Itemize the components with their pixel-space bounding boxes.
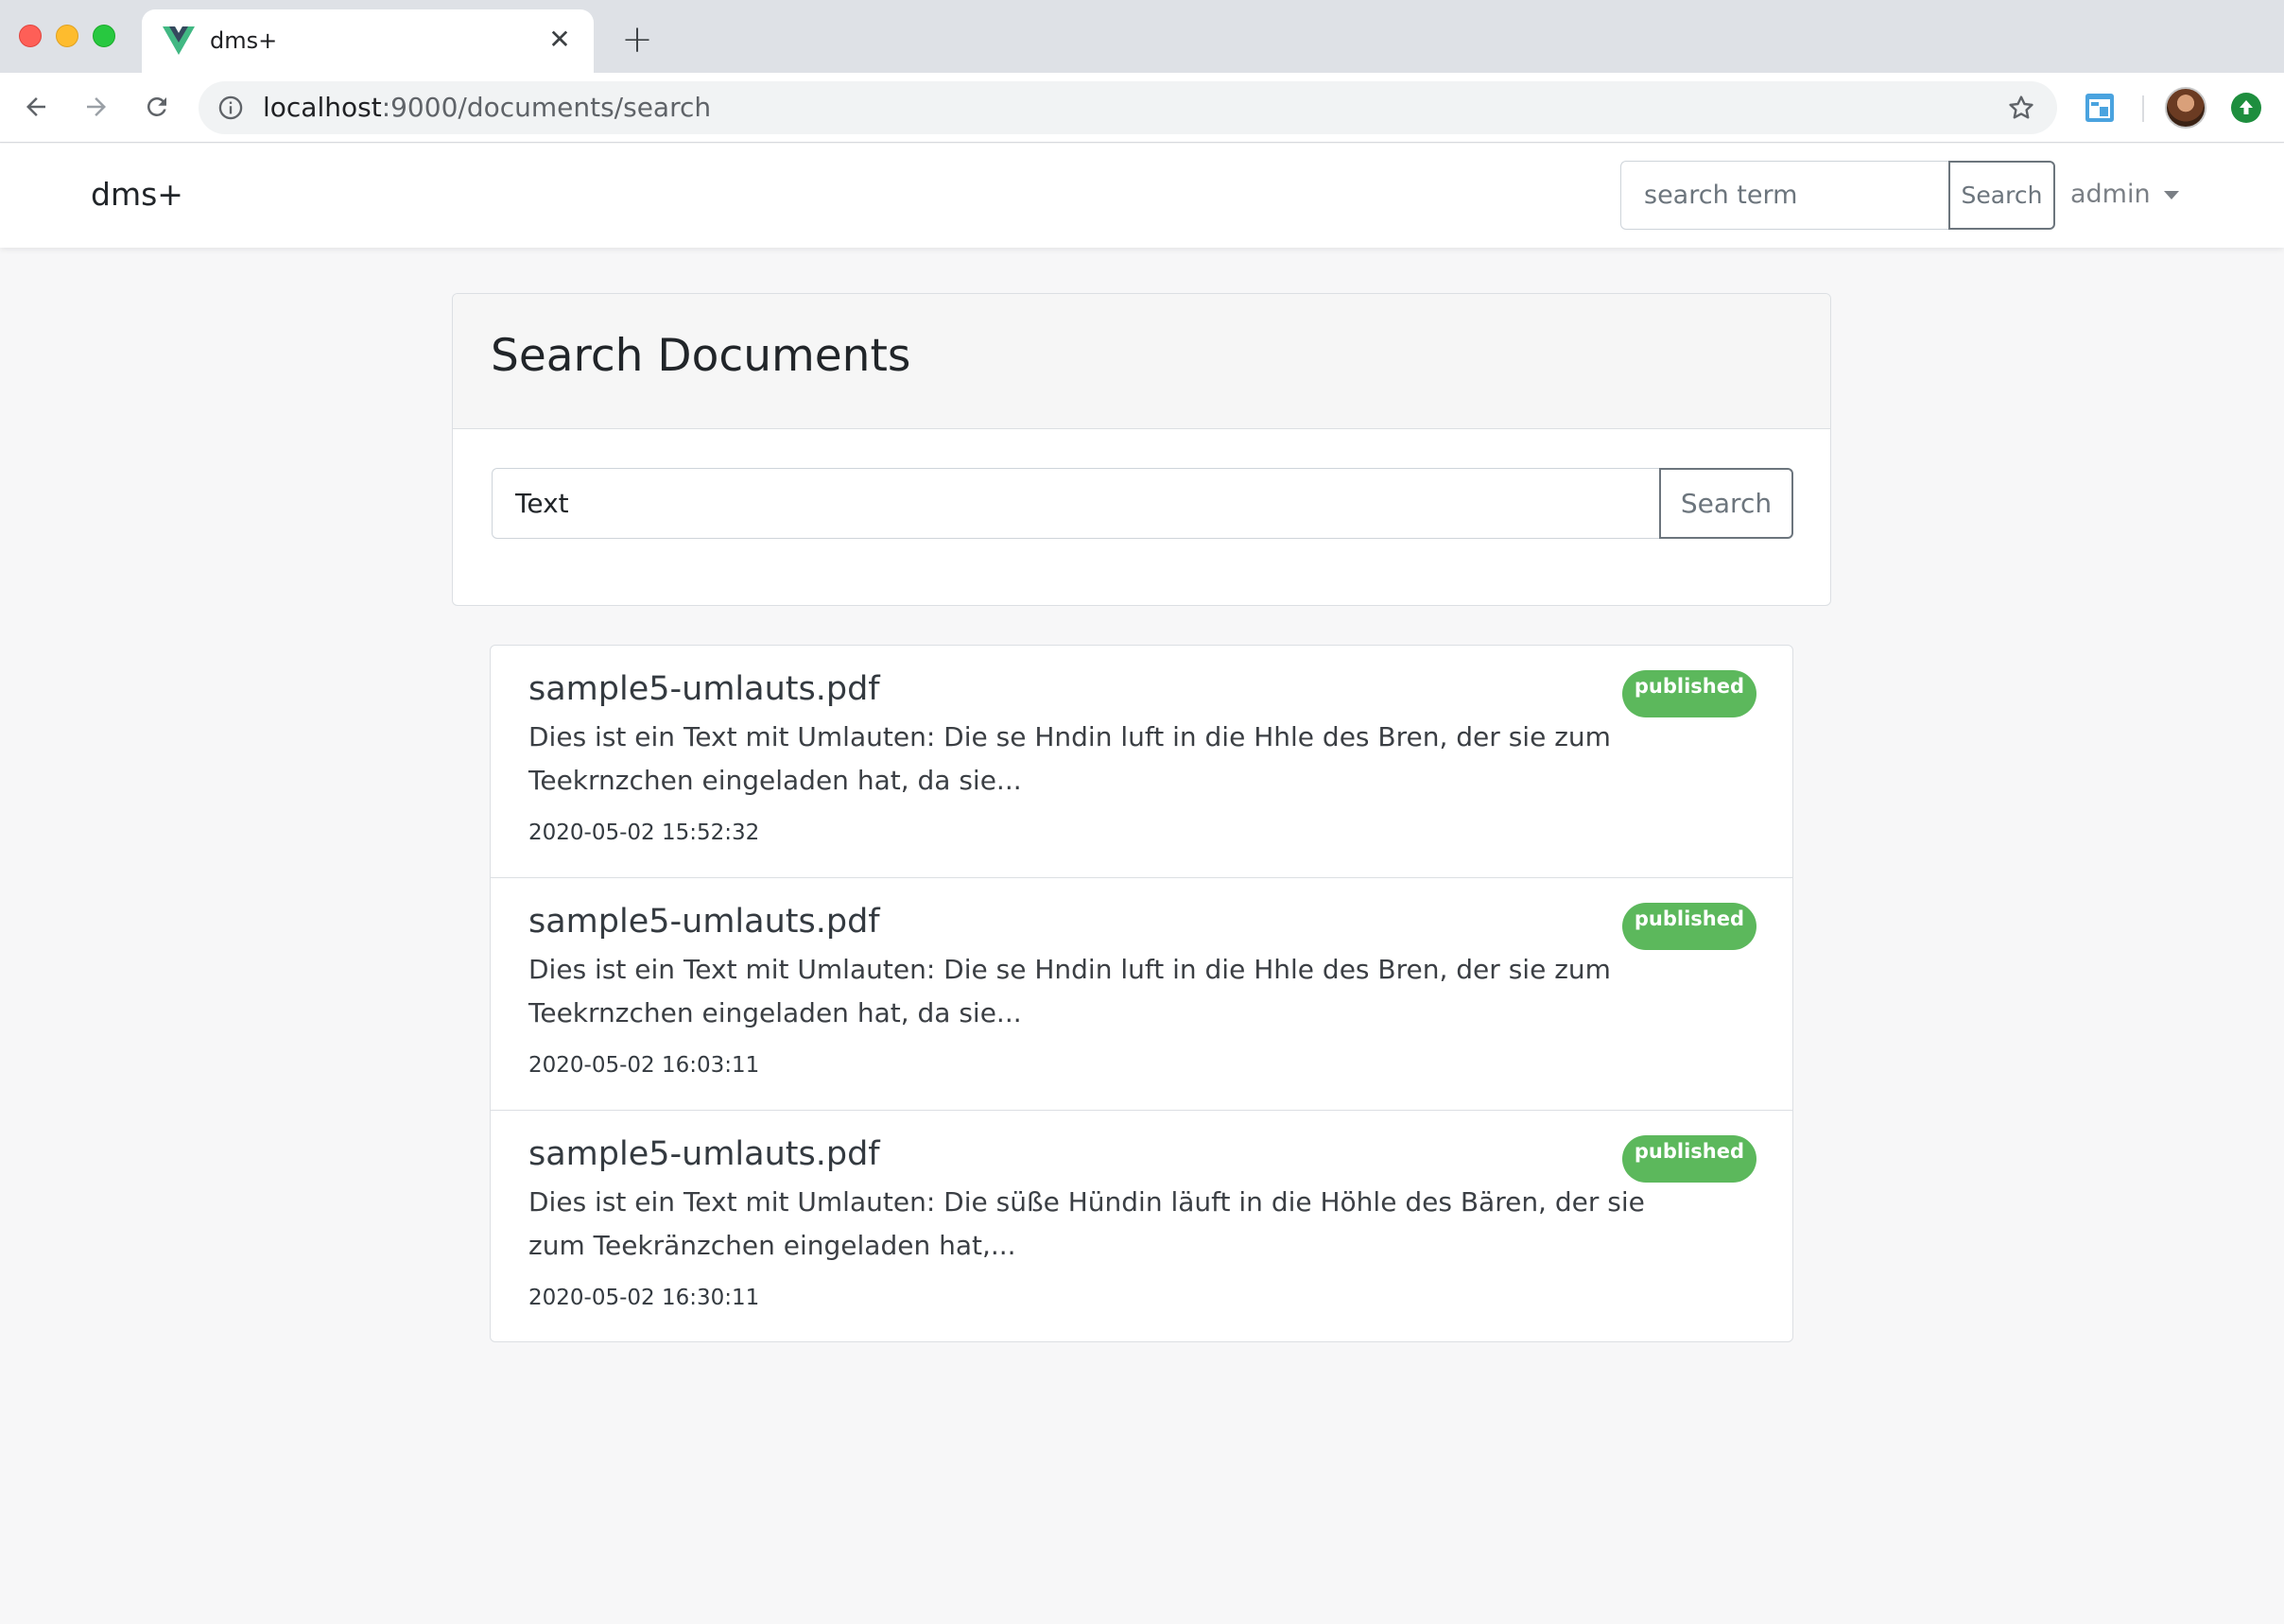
- result-snippet: Dies ist ein Text mit Umlauten: Die se H…: [528, 721, 1611, 796]
- avatar[interactable]: [2165, 87, 2206, 129]
- navbar-search-input[interactable]: [1620, 161, 1949, 230]
- status-badge: published: [1621, 1135, 1756, 1183]
- navbar-search-button[interactable]: Search: [1948, 161, 2055, 230]
- search-card: Search Documents Search: [452, 293, 1831, 606]
- result-date: 2020-05-02 15:52:32: [528, 821, 760, 845]
- window-close-button[interactable]: [19, 25, 42, 47]
- result-date: 2020-05-02 16:30:11: [528, 1286, 760, 1310]
- star-icon[interactable]: [2006, 93, 2036, 123]
- address-bar[interactable]: localhost:9000/documents/search: [199, 81, 2057, 134]
- update-icon[interactable]: [2231, 93, 2261, 123]
- result-title[interactable]: sample5-umlauts.pdf: [528, 1132, 880, 1177]
- list-item[interactable]: sample5-umlauts.pdf published Dies ist e…: [491, 878, 1792, 1111]
- list-item[interactable]: sample5-umlauts.pdf published Dies ist e…: [491, 1111, 1792, 1341]
- result-snippet: Dies ist ein Text mit Umlauten: Die se H…: [528, 954, 1611, 1028]
- page-title: Search Documents: [491, 330, 911, 382]
- app-navbar: dms+ Search admin: [0, 144, 2284, 248]
- result-title[interactable]: sample5-umlauts.pdf: [528, 899, 880, 944]
- url-path: :9000/documents/search: [381, 92, 712, 123]
- search-results-list: sample5-umlauts.pdf published Dies ist e…: [490, 645, 1793, 1342]
- status-badge: published: [1621, 903, 1756, 950]
- back-arrow-icon[interactable]: [15, 86, 57, 128]
- status-badge: published: [1621, 670, 1756, 717]
- window-minimize-button[interactable]: [56, 25, 78, 47]
- card-header: Search Documents: [453, 294, 1830, 429]
- tab-close-icon[interactable]: ✕: [543, 23, 577, 57]
- result-date: 2020-05-02 16:03:11: [528, 1053, 760, 1078]
- search-input[interactable]: [492, 468, 1660, 539]
- window-maximize-button[interactable]: [93, 25, 115, 47]
- url-text: localhost:9000/documents/search: [263, 91, 711, 125]
- info-icon[interactable]: [217, 95, 244, 121]
- url-host: localhost: [263, 92, 382, 123]
- browser-tab[interactable]: dms+ ✕: [142, 9, 594, 73]
- browser-toolbar: localhost:9000/documents/search: [0, 73, 2284, 143]
- toolbar-divider: [2142, 95, 2144, 122]
- search-button[interactable]: Search: [1659, 468, 1793, 539]
- forward-arrow-icon[interactable]: [76, 86, 117, 128]
- browser-tab-bar: dms+ ✕ +: [0, 0, 2284, 73]
- tab-title: dms+: [210, 27, 278, 54]
- vue-favicon-icon: [163, 26, 195, 55]
- reload-icon[interactable]: [136, 86, 178, 128]
- extension-icon[interactable]: [2084, 92, 2116, 124]
- result-snippet: Dies ist ein Text mit Umlauten: Die süße…: [528, 1186, 1645, 1261]
- user-menu-dropdown[interactable]: admin: [2070, 178, 2179, 212]
- user-menu-label: admin: [2070, 180, 2151, 209]
- brand-logo[interactable]: dms+: [91, 174, 183, 216]
- list-item[interactable]: sample5-umlauts.pdf published Dies ist e…: [491, 646, 1792, 878]
- new-tab-icon[interactable]: +: [616, 19, 658, 60]
- chevron-down-icon: [2163, 190, 2179, 199]
- result-title[interactable]: sample5-umlauts.pdf: [528, 666, 880, 712]
